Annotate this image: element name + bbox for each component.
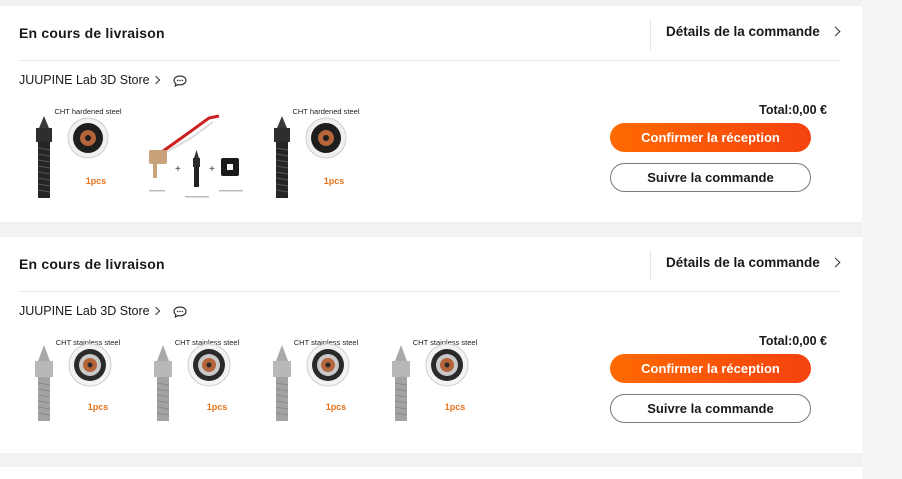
order-total: Total:0,00 € — [759, 103, 827, 117]
product-caption: CHT hardened steel — [293, 107, 360, 116]
store-name: JUUPINE Lab 3D Store — [19, 304, 150, 318]
product-thumbnail[interactable]: CHT stainless steel 1pcs — [377, 335, 487, 433]
page-side-strip — [862, 0, 902, 479]
chevron-right-icon — [151, 75, 160, 85]
order-details-label: Détails de la commande — [666, 255, 820, 270]
chevron-right-icon — [151, 306, 160, 316]
product-thumbnail[interactable]: CHT hardened steel 1pcs — [20, 104, 130, 202]
hardened-nozzle-image: CHT hardened steel 1pcs — [36, 107, 122, 198]
stainless-nozzle-image: CHT stainless steel 1pcs — [35, 338, 121, 421]
order-status: En cours de livraison — [19, 25, 165, 41]
stainless-nozzle-image: CHT stainless steel 1pcs — [392, 338, 478, 421]
header-divider — [650, 19, 651, 50]
header-divider — [650, 250, 651, 281]
product-quantity: 1pcs — [445, 402, 466, 412]
product-thumbnail[interactable]: CHT stainless steel 1pcs — [20, 335, 130, 433]
chevron-right-icon — [830, 257, 841, 268]
store-link[interactable]: JUUPINE Lab 3D Store — [19, 304, 187, 319]
svg-text:+: + — [175, 164, 181, 175]
order-status: En cours de livraison — [19, 256, 165, 272]
product-thumbnail[interactable]: + + — [139, 104, 249, 202]
order-card: En cours de livraison Détails de la comm… — [0, 6, 862, 222]
store-name: JUUPINE Lab 3D Store — [19, 73, 150, 87]
header-separator — [19, 291, 840, 292]
product-quantity: 1pcs — [207, 402, 228, 412]
header-separator — [19, 60, 840, 61]
order-details-link[interactable]: Détails de la commande — [666, 255, 841, 270]
confirm-receipt-button[interactable]: Confirmer la réception — [610, 354, 811, 383]
product-thumbnail[interactable]: CHT stainless steel 1pcs — [139, 335, 249, 433]
order-details-link[interactable]: Détails de la commande — [666, 24, 841, 39]
track-order-button[interactable]: Suivre la commande — [610, 163, 811, 192]
product-caption: CHT hardened steel — [55, 107, 122, 116]
heater-kit-image: + + — [149, 114, 243, 198]
stainless-nozzle-image: CHT stainless steel 1pcs — [154, 338, 240, 421]
product-thumbnail[interactable]: CHT hardened steel 1pcs — [258, 104, 368, 202]
chevron-right-icon — [830, 26, 841, 37]
order-details-label: Détails de la commande — [666, 24, 820, 39]
confirm-receipt-button[interactable]: Confirmer la réception — [610, 123, 811, 152]
order-card: En cours de livraison Détails de la comm… — [0, 237, 862, 453]
product-thumbnail[interactable]: CHT stainless steel 1pcs — [258, 335, 368, 433]
order-card — [0, 467, 862, 479]
product-quantity: 1pcs — [86, 176, 107, 186]
product-quantity: 1pcs — [324, 176, 345, 186]
store-link[interactable]: JUUPINE Lab 3D Store — [19, 73, 187, 88]
chat-bubble-icon[interactable] — [173, 74, 187, 88]
stainless-nozzle-image: CHT stainless steel 1pcs — [273, 338, 359, 421]
product-quantity: 1pcs — [326, 402, 347, 412]
chat-bubble-icon[interactable] — [173, 305, 187, 319]
track-order-button[interactable]: Suivre la commande — [610, 394, 811, 423]
svg-text:+: + — [209, 164, 215, 175]
product-quantity: 1pcs — [88, 402, 109, 412]
order-total: Total:0,00 € — [759, 334, 827, 348]
hardened-nozzle-image: CHT hardened steel 1pcs — [274, 107, 360, 198]
